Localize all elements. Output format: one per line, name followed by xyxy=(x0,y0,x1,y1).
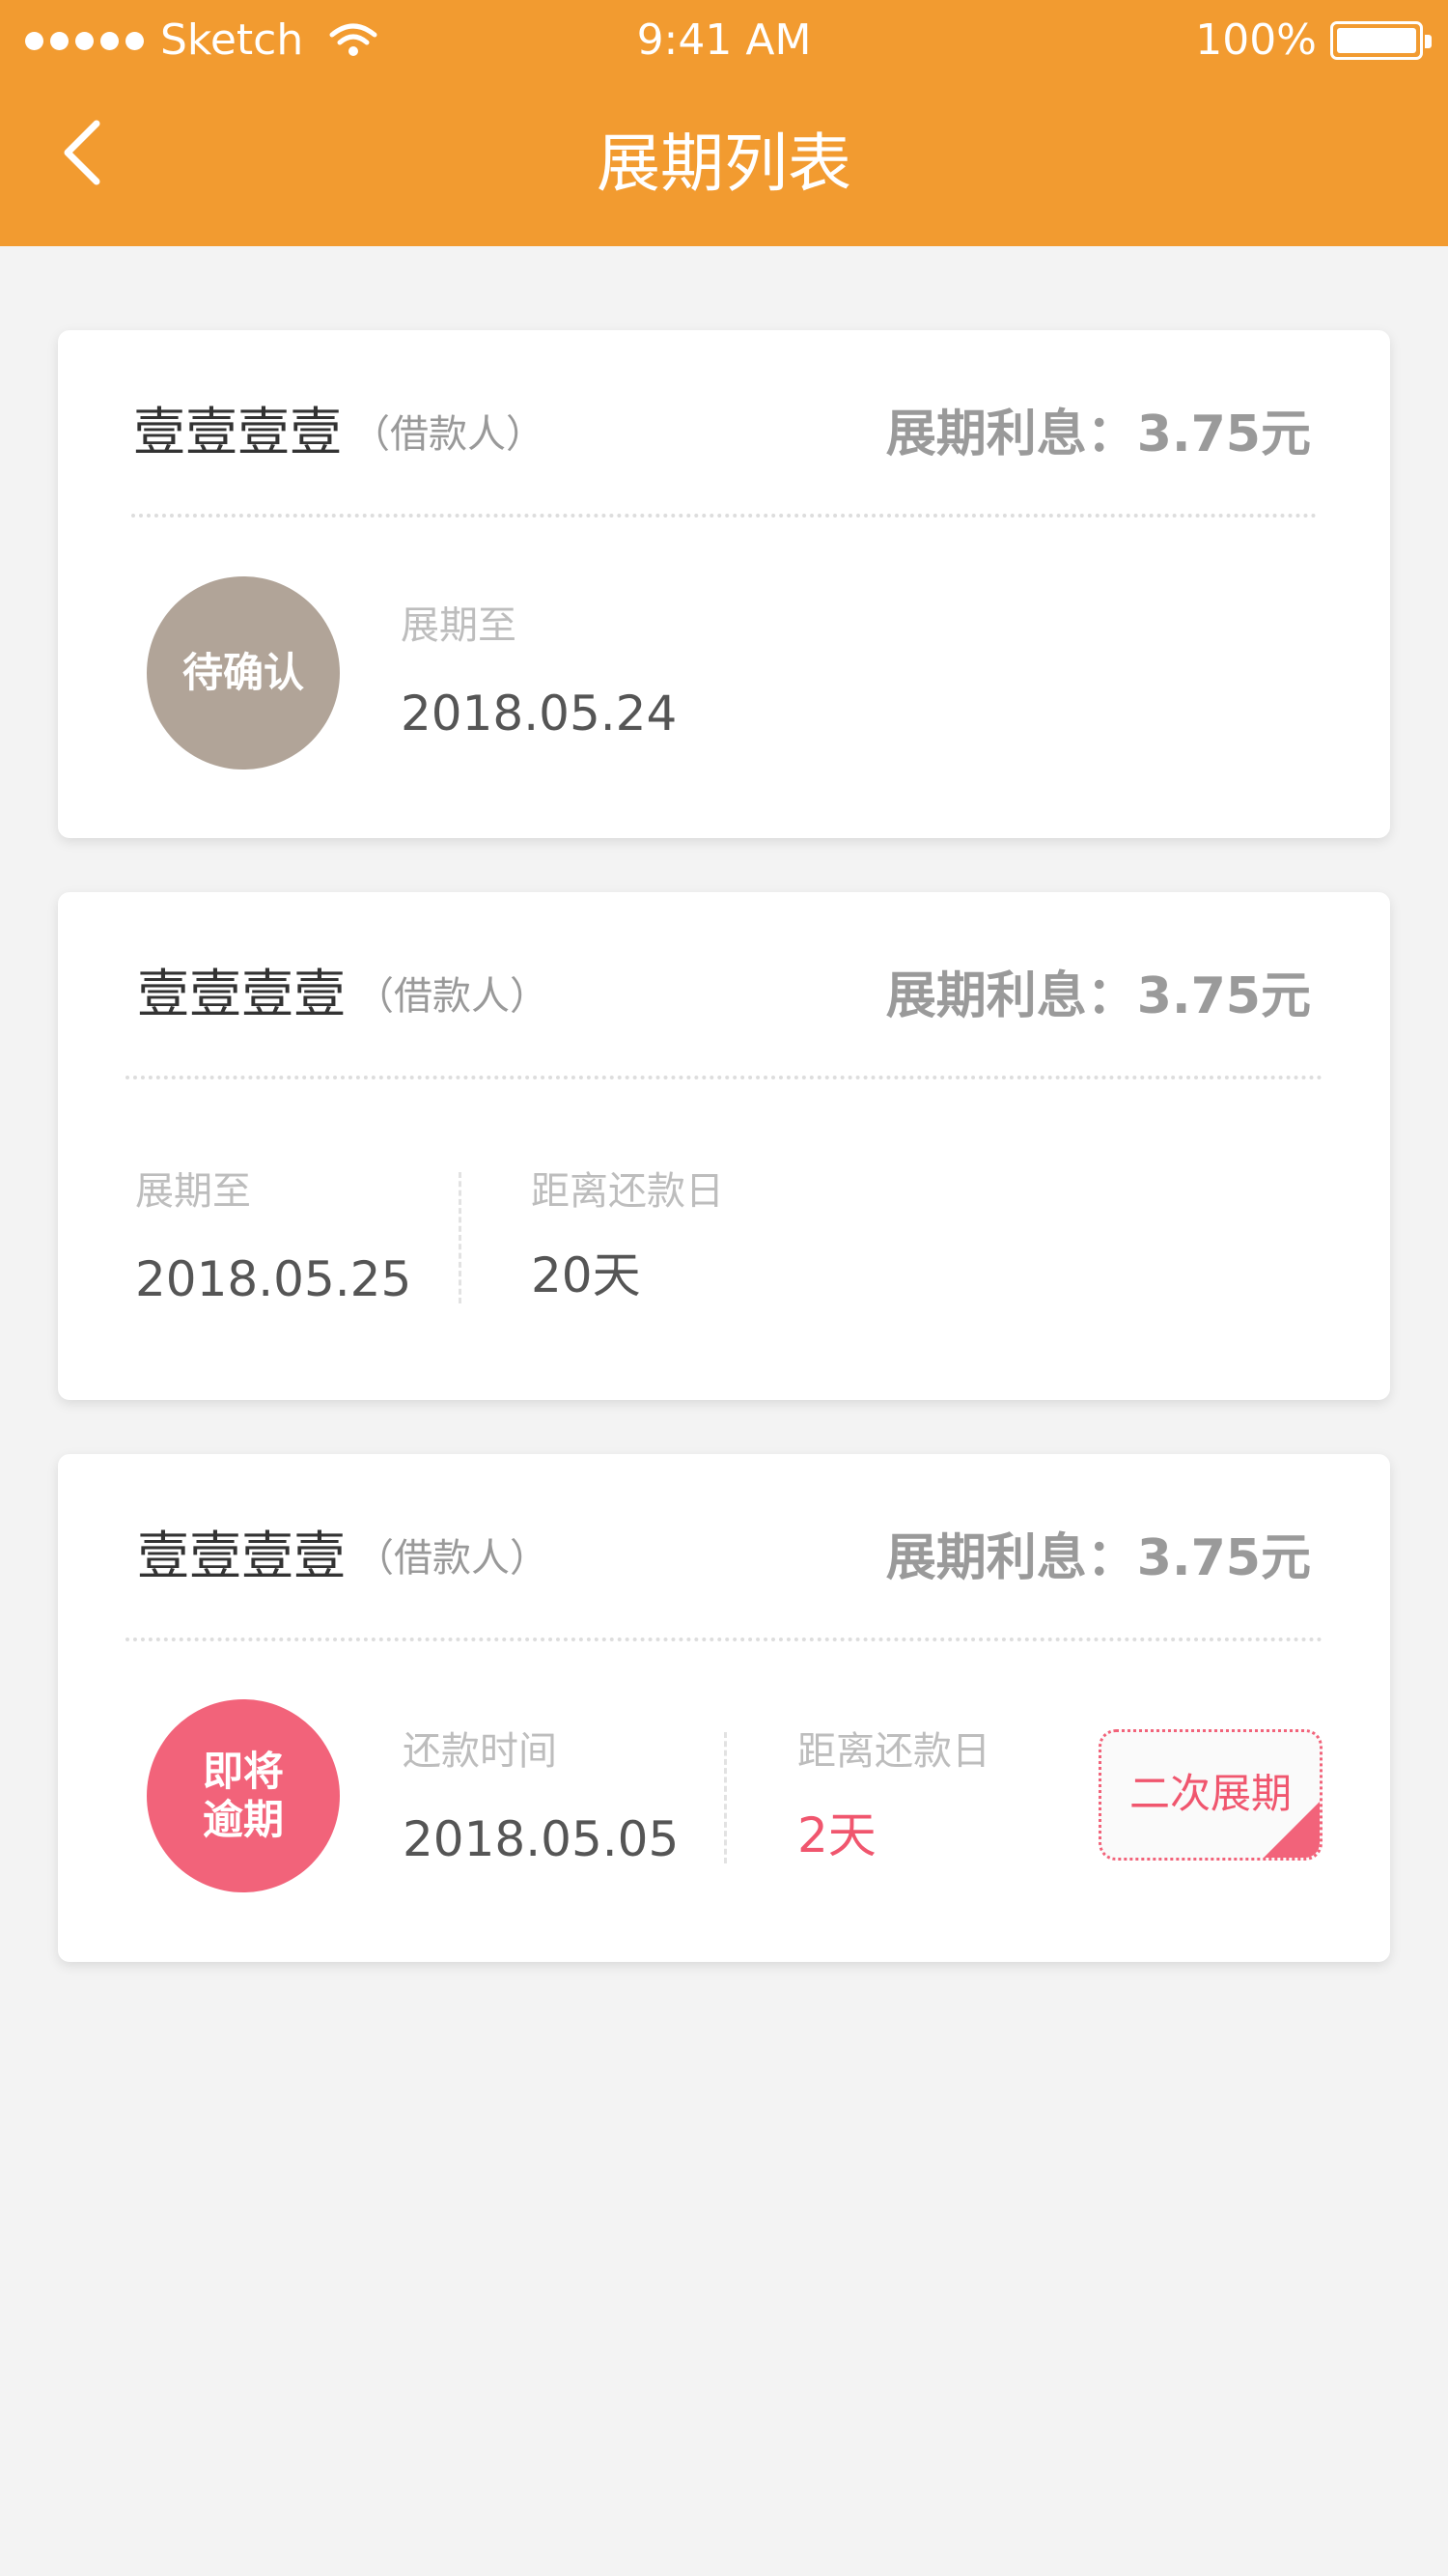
repay-time-label: 还款时间 xyxy=(403,1729,557,1774)
status-text: 即将 逾期 xyxy=(203,1748,284,1844)
battery-icon xyxy=(1330,21,1432,60)
dotted-divider xyxy=(125,1638,1323,1641)
vertical-divider xyxy=(724,1732,727,1863)
extension-interest: 展期利息：3.75元 xyxy=(885,1529,1311,1587)
extension-date-value: 2018.05.24 xyxy=(401,686,678,742)
borrower-name: 壹壹壹壹 xyxy=(137,1526,346,1586)
battery-percent: 100% xyxy=(1195,15,1317,65)
status-text: 待确认 xyxy=(181,649,304,696)
vertical-divider xyxy=(459,1172,461,1303)
repay-time-value: 2018.05.05 xyxy=(403,1811,680,1867)
extension-interest: 展期利息：3.75元 xyxy=(885,967,1311,1025)
battery-fill xyxy=(1337,28,1416,53)
second-extension-button[interactable]: 二次展期 xyxy=(1099,1729,1323,1861)
extension-card-1[interactable]: 壹壹壹壹 （借款人） 展期利息：3.75元 待确认 展期至 2018.05.24 xyxy=(58,330,1390,838)
days-to-repay-label: 距离还款日 xyxy=(797,1729,990,1774)
extension-card-3[interactable]: 壹壹壹壹 （借款人） 展期利息：3.75元 即将 逾期 还款时间 2018.05… xyxy=(58,1454,1390,1962)
status-badge-pending: 待确认 xyxy=(147,576,340,770)
extension-card-2[interactable]: 壹壹壹壹 （借款人） 展期利息：3.75元 展期至 2018.05.25 距离还… xyxy=(58,892,1390,1400)
battery-status: 100% xyxy=(1195,14,1432,68)
corner-fold-icon xyxy=(1264,1802,1320,1858)
extension-date-label: 展期至 xyxy=(135,1169,251,1214)
borrower-role: （借款人） xyxy=(355,974,548,1019)
page-title: 展期列表 xyxy=(597,126,851,201)
status-badge-overdue-soon: 即将 逾期 xyxy=(147,1699,340,1892)
battery-tip xyxy=(1425,35,1432,48)
borrower-name: 壹壹壹壹 xyxy=(137,964,346,1024)
status-bar: Sketch 9:41 AM 100% xyxy=(0,0,1448,81)
app-header: Sketch 9:41 AM 100% 展期列表 xyxy=(0,0,1448,246)
borrower-role: （借款人） xyxy=(355,1536,548,1581)
borrower-role: （借款人） xyxy=(351,412,544,457)
dotted-divider xyxy=(125,1076,1323,1079)
status-line: 逾期 xyxy=(202,1796,284,1843)
days-to-repay-label: 距离还款日 xyxy=(531,1169,724,1214)
extension-date-value: 2018.05.25 xyxy=(135,1251,412,1307)
extension-date-label: 展期至 xyxy=(401,603,516,648)
days-to-repay-value: 20天 xyxy=(531,1247,641,1303)
borrower-name: 壹壹壹壹 xyxy=(133,402,342,462)
status-line: 即将 xyxy=(202,1748,284,1795)
days-to-repay-value: 2天 xyxy=(797,1807,877,1863)
dotted-divider xyxy=(131,514,1317,518)
extension-interest: 展期利息：3.75元 xyxy=(885,406,1311,463)
